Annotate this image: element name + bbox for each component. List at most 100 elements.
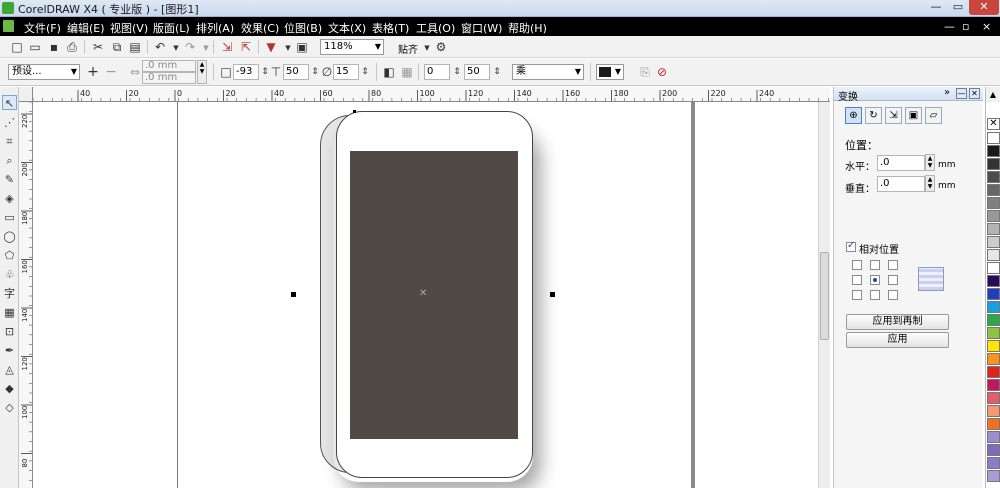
transparency-operation-combo[interactable]: 乘 ▼ (512, 64, 584, 80)
feathering-stepper[interactable]: ⇕ (358, 65, 372, 79)
crop-tool-icon[interactable]: ⌗ (2, 134, 17, 149)
doc-close-button[interactable]: × (982, 20, 991, 33)
welcome-screen-icon[interactable]: ▣ (295, 40, 309, 54)
opacity-field[interactable]: 50 (283, 64, 309, 80)
docker-close-icon[interactable]: ✕ (969, 88, 980, 99)
palette-swatch[interactable] (987, 366, 1000, 378)
feathering-field[interactable]: 15 (333, 64, 359, 80)
fade-field[interactable]: 0 (424, 64, 450, 80)
palette-swatch[interactable] (987, 418, 1000, 430)
feathering-direction-icon[interactable]: ◧ (382, 65, 396, 79)
save-icon[interactable]: ▪ (47, 40, 61, 54)
palette-swatch[interactable] (987, 444, 1000, 456)
palette-swatch[interactable] (987, 457, 1000, 469)
anchor-center[interactable] (870, 275, 880, 285)
smart-fill-tool-icon[interactable]: ◈ (2, 191, 17, 206)
drawing-canvas[interactable]: ✕ (33, 102, 818, 488)
feathering-edges-icon[interactable]: ▦ (400, 65, 414, 79)
palette-swatch[interactable] (987, 158, 1000, 170)
scrollbar-thumb[interactable] (820, 252, 829, 340)
vertical-stepper[interactable]: ▲ ▼ (925, 175, 935, 192)
snap-to-label[interactable]: 贴齐 (398, 41, 418, 56)
table-tool-icon[interactable]: ▦ (2, 305, 17, 320)
palette-swatch[interactable] (987, 223, 1000, 235)
palette-swatch[interactable] (987, 145, 1000, 157)
selection-handle-left[interactable] (291, 292, 296, 297)
menu-layout[interactable]: 版面(L) (153, 20, 190, 36)
open-icon[interactable]: ▭ (28, 40, 42, 54)
anchor-top-right[interactable] (888, 260, 898, 270)
preset-combo[interactable]: 预设... ▼ (8, 64, 80, 80)
paste-icon[interactable]: ▤ (128, 40, 142, 54)
anchor-bottom-center[interactable] (870, 290, 880, 300)
document-icon[interactable] (3, 20, 14, 32)
position-tab-icon[interactable]: ⊕ (845, 107, 862, 124)
dimension-tool-icon[interactable]: ⊡ (2, 324, 17, 339)
anchor-middle-right[interactable] (888, 275, 898, 285)
minimize-button[interactable]: — (925, 0, 947, 15)
apply-to-duplicate-button[interactable]: 应用到再制 (846, 314, 949, 330)
stretch-stepper[interactable]: ⇕ (490, 65, 504, 79)
palette-swatch[interactable] (987, 314, 1000, 326)
pick-tool-icon[interactable]: ↖ (2, 95, 17, 110)
apply-button[interactable]: 应用 (846, 332, 949, 348)
options-icon[interactable]: ⚙ (434, 40, 448, 54)
zoom-tool-icon[interactable]: ⌕ (2, 153, 17, 168)
menu-table[interactable]: 表格(T) (372, 20, 409, 36)
menu-arrange[interactable]: 排列(A) (196, 20, 234, 36)
rotate-tab-icon[interactable]: ↻ (865, 107, 882, 124)
eyedropper-tool-icon[interactable]: ✒ (2, 343, 17, 358)
palette-swatch[interactable] (987, 405, 1000, 417)
freehand-tool-icon[interactable]: ✎ (2, 172, 17, 187)
horizontal-position-input[interactable]: .0 (877, 155, 925, 171)
palette-swatch[interactable] (987, 171, 1000, 183)
redo-dropdown-icon[interactable]: ▼ (199, 41, 213, 55)
fill-tool-icon[interactable]: ◆ (2, 381, 17, 396)
node-handle-top[interactable] (353, 110, 356, 113)
vertical-ruler[interactable]: 220 200 180 160 140 120 100 80 (19, 102, 33, 488)
palette-swatch[interactable] (987, 262, 1000, 274)
vertical-position-input[interactable]: .0 (877, 176, 925, 192)
ruler-origin[interactable] (19, 87, 33, 102)
redo-icon[interactable]: ↷ (183, 40, 197, 54)
palette-menu-icon[interactable]: ▲ (985, 87, 1000, 102)
menu-effects[interactable]: 效果(C) (241, 20, 279, 36)
docker-minimize-icon[interactable]: — (956, 88, 967, 99)
menu-bitmaps[interactable]: 位图(B) (284, 20, 322, 36)
cut-icon[interactable]: ✂ (91, 40, 105, 54)
palette-swatch[interactable] (987, 184, 1000, 196)
menu-edit[interactable]: 编辑(E) (67, 20, 105, 36)
anchor-bottom-left[interactable] (852, 290, 862, 300)
zoom-levels-combo[interactable]: 118% ▼ (320, 39, 384, 55)
menu-file[interactable]: 文件(F) (24, 20, 61, 36)
menu-help[interactable]: 帮助(H) (508, 20, 547, 36)
palette-swatch[interactable] (987, 392, 1000, 404)
skew-tab-icon[interactable]: ▱ (925, 107, 942, 124)
menu-view[interactable]: 视图(V) (110, 20, 148, 36)
launcher-dropdown-icon[interactable]: ▼ (281, 41, 295, 55)
close-button[interactable]: ✕ (969, 0, 999, 15)
relative-position-checkbox[interactable] (846, 240, 856, 252)
clear-shadow-icon[interactable]: ⊘ (655, 65, 669, 79)
anchor-top-center[interactable] (870, 260, 880, 270)
copy-shadow-properties-icon[interactable]: ⎘ (638, 65, 652, 79)
add-preset-icon[interactable]: + (86, 65, 100, 79)
palette-swatch[interactable] (987, 353, 1000, 365)
fade-stepper[interactable]: ⇕ (450, 65, 464, 79)
palette-swatch[interactable] (987, 210, 1000, 222)
palette-swatch[interactable] (987, 275, 1000, 287)
doc-minimize-button[interactable]: — (944, 20, 955, 33)
palette-swatch[interactable] (987, 288, 1000, 300)
scale-tab-icon[interactable]: ⇲ (885, 107, 902, 124)
outline-tool-icon[interactable]: ◬ (2, 362, 17, 377)
height-field[interactable]: .0 mm (142, 72, 196, 84)
no-color-swatch[interactable]: ✕ (987, 118, 1000, 130)
stretch-field[interactable]: 50 (464, 64, 490, 80)
remove-preset-icon[interactable]: − (104, 65, 118, 79)
menu-text[interactable]: 文本(X) (328, 20, 366, 36)
shape-tool-icon[interactable]: ⋰ (2, 115, 17, 130)
vertical-scrollbar[interactable] (818, 102, 830, 488)
new-document-icon[interactable]: □ (10, 40, 24, 54)
palette-swatch[interactable] (987, 327, 1000, 339)
menu-tools[interactable]: 工具(O) (416, 20, 455, 36)
